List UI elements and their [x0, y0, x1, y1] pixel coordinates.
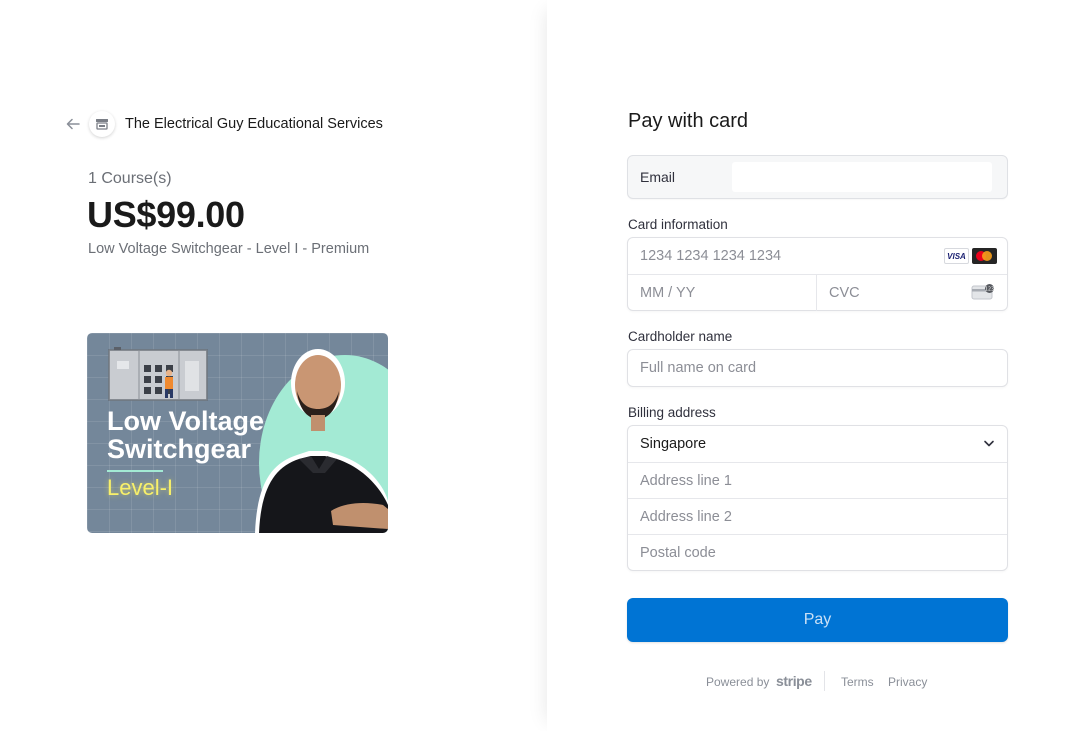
cardholder-row — [628, 350, 1007, 386]
email-input[interactable] — [732, 162, 992, 192]
image-level: Level-I — [107, 475, 174, 500]
chevron-down-icon — [984, 440, 994, 447]
country-value: Singapore — [640, 436, 707, 452]
image-title-line2: Switchgear — [107, 434, 252, 464]
cardholder-input[interactable] — [628, 350, 1007, 386]
terms-link[interactable]: Terms — [841, 675, 874, 689]
billing-label: Billing address — [628, 405, 716, 420]
svg-text:123: 123 — [985, 286, 994, 292]
total-price: US$99.00 — [87, 194, 245, 235]
cardholder-group — [627, 349, 1008, 387]
product-quantity: 1 Course(s) — [88, 170, 172, 187]
visa-icon: VISA — [944, 248, 969, 264]
postal-code-input[interactable] — [628, 535, 1007, 570]
email-field-group: Email — [627, 155, 1008, 199]
product-image: Low Voltage Switchgear Level-I — [87, 333, 388, 533]
card-brands: VISA — [944, 248, 997, 264]
merchant-header: The Electrical Guy Educational Services — [64, 110, 383, 138]
address-line2-input[interactable] — [628, 499, 1007, 534]
cardholder-label: Cardholder name — [628, 329, 733, 344]
billing-address-group: Singapore — [627, 425, 1008, 571]
stripe-logo[interactable]: stripe — [776, 673, 812, 689]
cvc-card-icon: 123 — [971, 284, 994, 300]
card-info-label: Card information — [628, 217, 728, 232]
product-name: Low Voltage Switchgear - Level I - Premi… — [88, 241, 370, 257]
card-number-row: VISA — [628, 238, 1007, 274]
mastercard-icon — [972, 248, 997, 264]
payment-heading: Pay with card — [628, 110, 749, 132]
address-line2-row — [628, 498, 1007, 534]
privacy-link[interactable]: Privacy — [888, 675, 927, 689]
order-summary-pane: The Electrical Guy Educational Services … — [0, 0, 547, 731]
address-line1-input[interactable] — [628, 463, 1007, 498]
image-title-line1: Low Voltage — [107, 406, 265, 436]
footer-divider — [824, 671, 825, 691]
image-title: Low Voltage Switchgear — [107, 407, 264, 463]
cvc-cell: 123 — [817, 275, 1007, 311]
email-label: Email — [640, 169, 676, 185]
country-select[interactable]: Singapore — [628, 426, 1007, 462]
powered-by-text: Powered by — [706, 675, 770, 689]
image-underline — [107, 470, 163, 472]
store-icon — [89, 111, 115, 137]
merchant-name: The Electrical Guy Educational Services — [125, 116, 383, 132]
back-arrow-icon[interactable] — [64, 115, 82, 133]
expiry-cell — [628, 275, 817, 311]
postal-code-row — [628, 534, 1007, 570]
pay-button[interactable]: Pay — [627, 598, 1008, 642]
expiry-input[interactable] — [628, 275, 816, 311]
card-info-group: VISA 123 — [627, 237, 1008, 311]
address-line1-row — [628, 462, 1007, 498]
card-expiry-cvc-row: 123 — [628, 274, 1007, 311]
footer: Powered by stripe Terms Privacy — [0, 671, 1082, 694]
